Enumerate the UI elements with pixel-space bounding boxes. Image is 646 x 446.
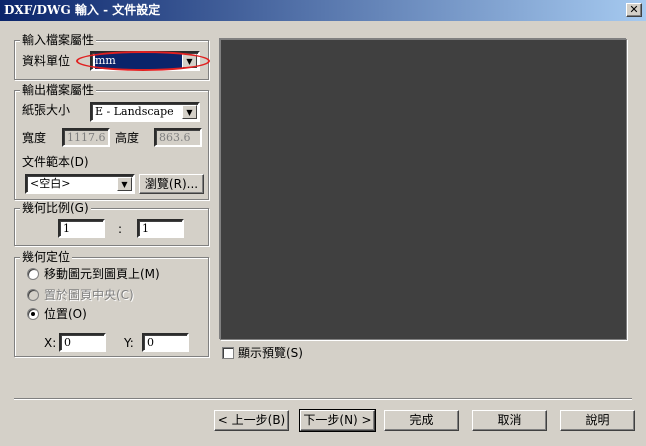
- y-input[interactable]: 0: [142, 333, 189, 352]
- radio-move-to-page-label[interactable]: 移動圖元到圖頁上(M): [44, 267, 160, 281]
- browse-button[interactable]: 瀏覽(R)...: [139, 174, 204, 194]
- cancel-button[interactable]: 取消: [472, 410, 547, 431]
- show-preview-checkbox[interactable]: [222, 347, 234, 359]
- height-label: 高度: [115, 131, 140, 145]
- x-label: X:: [44, 336, 57, 350]
- back-button[interactable]: < 上一步(B): [214, 410, 289, 431]
- help-button[interactable]: 說明: [560, 410, 635, 431]
- width-field[interactable]: 1117.6: [62, 128, 110, 147]
- height-field[interactable]: 863.6: [154, 128, 202, 147]
- radio-position[interactable]: [27, 308, 39, 320]
- next-button[interactable]: 下一步(N) >: [299, 409, 376, 432]
- footer-separator: [14, 398, 632, 400]
- chevron-down-icon: ▼: [117, 177, 132, 191]
- paper-size-value: E - Landscape: [95, 105, 174, 118]
- unit-label: 資料單位: [22, 54, 71, 68]
- chevron-down-icon: ▼: [182, 105, 197, 119]
- output-props-legend: 輸出檔案屬性: [20, 83, 97, 97]
- paper-size-select[interactable]: E - Landscape ▼: [90, 102, 200, 122]
- close-icon: ✕: [629, 3, 639, 16]
- scale-separator: :: [118, 222, 123, 236]
- positioning-legend: 幾何定位: [20, 250, 73, 264]
- input-props-legend: 輸入檔案屬性: [20, 33, 97, 47]
- template-value: <空白>: [30, 177, 71, 190]
- scale-right-input[interactable]: 1: [137, 219, 184, 238]
- finish-button[interactable]: 完成: [384, 410, 459, 431]
- y-label: Y:: [124, 336, 134, 350]
- template-label: 文件範本(D): [22, 155, 89, 169]
- radio-move-to-page[interactable]: [27, 268, 39, 280]
- show-preview-label[interactable]: 顯示預覽(S): [238, 346, 303, 360]
- template-select[interactable]: <空白> ▼: [25, 174, 135, 194]
- radio-position-label[interactable]: 位置(O): [44, 307, 87, 321]
- radio-center-page[interactable]: [27, 289, 39, 301]
- width-label: 寬度: [22, 131, 47, 145]
- scale-legend: 幾何比例(G): [20, 201, 91, 215]
- x-input[interactable]: 0: [59, 333, 106, 352]
- paper-size-label: 紙張大小: [22, 103, 71, 117]
- preview-pane: [220, 39, 627, 340]
- radio-center-page-label[interactable]: 置於圖頁中央(C): [44, 288, 134, 302]
- scale-left-input[interactable]: 1: [58, 219, 105, 238]
- radio-selected-dot: [31, 312, 35, 316]
- title-bar: DXF/DWG 輸入 - 文件設定: [0, 0, 646, 21]
- window-title: DXF/DWG 輸入 - 文件設定: [4, 3, 161, 17]
- close-button[interactable]: ✕: [626, 3, 642, 17]
- highlight-ellipse: [76, 51, 210, 71]
